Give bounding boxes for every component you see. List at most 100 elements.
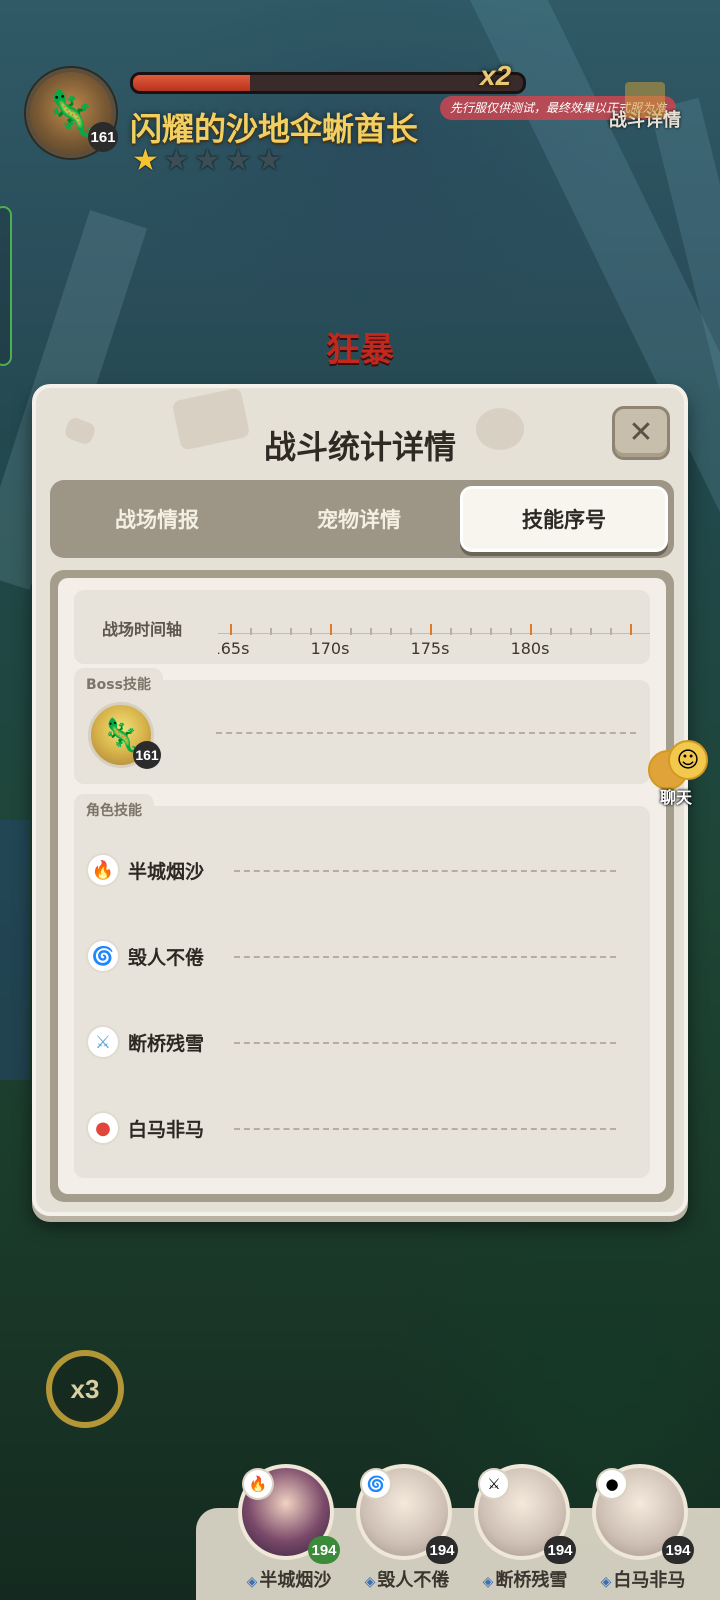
timeline-tick-label: 180s: [510, 639, 550, 658]
timeline-major-tick: [230, 624, 232, 635]
role-skill-name: 白马非马: [128, 1118, 205, 1141]
timeline-minor-tick: [250, 628, 252, 635]
timeline-tick-label: 175s: [410, 639, 450, 658]
fire-orb-icon: ●: [598, 1470, 626, 1498]
shield-icon: ◈: [482, 1574, 494, 1590]
boss-star-rating: ★ ★ ★ ★ ★: [132, 146, 283, 176]
sword-icon: ⚔: [480, 1470, 508, 1498]
boss-avatar[interactable]: 🦎 161: [26, 68, 118, 158]
battle-stats-modal: 战斗统计详情 ✕ 战场情报 宠物详情 技能序号 战场时间轴 165s 170s 17…: [32, 384, 688, 1216]
book-icon: [625, 82, 665, 118]
member-name: ◈ 半城烟沙: [224, 1566, 354, 1592]
role-skill-name: 半城烟沙: [128, 860, 205, 883]
timeline-minor-tick: [550, 628, 552, 635]
timeline-minor-tick: [590, 628, 592, 635]
timeline-minor-tick: [290, 628, 292, 635]
boss-level-badge: 161: [88, 122, 118, 152]
star-empty-icon: ★: [193, 143, 221, 178]
timeline-minor-tick: [450, 628, 452, 635]
member-level-badge: 194: [544, 1536, 576, 1564]
boss-skill-avatar[interactable]: 🦎 161: [88, 702, 161, 769]
member-name-text: 白马非马: [613, 1570, 686, 1591]
wind-icon: 🌀: [362, 1470, 390, 1498]
boss-hp-bar: [130, 72, 526, 94]
timeline-axis-line: [218, 633, 650, 634]
team-member[interactable]: ● 194 ◈ 白马非马: [592, 1464, 694, 1600]
team-member[interactable]: ⚔ 194 ◈ 断桥残雪: [474, 1464, 576, 1600]
member-name-text: 半城烟沙: [259, 1570, 332, 1591]
member-level-badge: 194: [308, 1536, 340, 1564]
role-skill-name: 断桥残雪: [128, 1032, 205, 1055]
shield-icon: ◈: [246, 1574, 258, 1590]
role-skill-track: [234, 956, 616, 958]
chat-button[interactable]: ☺ 聊天: [644, 738, 720, 807]
timeline-minor-tick: [410, 628, 412, 635]
flame-icon: 🔥: [244, 1470, 272, 1498]
role-skill-track: [234, 870, 616, 872]
team-member[interactable]: 🔥 194 ◈ 半城烟沙: [238, 1464, 340, 1600]
shield-icon: ◈: [600, 1574, 612, 1590]
chat-label: 聊天: [660, 788, 693, 807]
member-level-badge: 194: [426, 1536, 458, 1564]
flame-icon: 🔥: [88, 855, 118, 885]
timeline-tick-label: 165s: [218, 639, 250, 658]
close-button[interactable]: ✕: [612, 406, 670, 460]
role-skill-header: 角色技能: [74, 794, 154, 826]
sword-icon: ⚔: [88, 1027, 118, 1057]
timeline-minor-tick: [570, 628, 572, 635]
timeline-major-tick: [330, 624, 332, 635]
role-skill-track: [234, 1042, 616, 1044]
skill-sequence-content[interactable]: 战场时间轴 165s 170s 175s 180s Boss技能 🦎 161 角色技能…: [58, 578, 666, 1194]
tab-skill-sequence[interactable]: 技能序号: [460, 486, 668, 552]
timeline-minor-tick: [610, 628, 612, 635]
light-beam: [0, 820, 30, 1080]
boss-skill-header: Boss技能: [74, 668, 163, 700]
timeline-tick-label: 170s: [310, 639, 350, 658]
member-name: ◈ 断桥残雪: [460, 1566, 590, 1592]
fire-orb-icon: ●: [88, 1113, 118, 1143]
star-empty-icon: ★: [224, 143, 252, 178]
star-filled-icon: ★: [132, 143, 159, 178]
boss-skill-section: Boss技能 🦎 161: [74, 668, 650, 784]
timeline-minor-tick: [270, 628, 272, 635]
boss-skill-level-badge: 161: [133, 741, 161, 769]
timeline-minor-tick: [490, 628, 492, 635]
wind-icon: 🌀: [88, 941, 118, 971]
hp-bar-multiplier: x2: [480, 60, 512, 91]
smiley-icon: ☺: [668, 740, 708, 780]
battle-timeline[interactable]: 战场时间轴 165s 170s 175s 180s: [74, 590, 650, 664]
member-level-badge: 194: [662, 1536, 694, 1564]
timeline-minor-tick: [470, 628, 472, 635]
boss-hp-fill: [133, 75, 250, 91]
star-empty-icon: ★: [162, 143, 190, 178]
member-name-text: 毁人不倦: [377, 1570, 450, 1591]
boss-skill-track: [216, 732, 636, 734]
shield-icon: ◈: [364, 1574, 376, 1590]
timeline-major-tick: [430, 624, 432, 635]
battle-detail-button[interactable]: 战斗详情: [590, 82, 700, 152]
tab-pet-details[interactable]: 宠物详情: [258, 486, 460, 552]
timeline-minor-tick: [310, 628, 312, 635]
role-skill-section: 角色技能 🔥 半城烟沙 🌀 毁人不倦 ⚔ 断桥残雪 ● 白马非马: [74, 794, 650, 1178]
role-skill-name: 毁人不倦: [128, 946, 205, 969]
timeline-minor-tick: [510, 628, 512, 635]
star-empty-icon: ★: [255, 143, 283, 178]
tab-battle-intel[interactable]: 战场情报: [56, 486, 258, 552]
skill-sequence-panel: 战场时间轴 165s 170s 175s 180s Boss技能 🦎 161 角色技能…: [50, 570, 674, 1202]
timeline-axis: 165s 170s 175s 180s: [218, 600, 650, 658]
member-name-text: 断桥残雪: [495, 1570, 568, 1591]
timeline-major-tick: [530, 624, 532, 635]
member-name: ◈ 毁人不倦: [342, 1566, 472, 1592]
team-member[interactable]: 🌀 194 ◈ 毁人不倦: [356, 1464, 458, 1600]
close-icon: ✕: [628, 415, 654, 450]
speed-toggle-button[interactable]: x3: [46, 1350, 124, 1428]
timeline-minor-tick: [350, 628, 352, 635]
modal-tab-bar: 战场情报 宠物详情 技能序号: [50, 480, 674, 558]
role-skill-track: [234, 1128, 616, 1130]
timeline-major-tick: [630, 624, 632, 635]
timeline-minor-tick: [390, 628, 392, 635]
timeline-label: 战场时间轴: [102, 620, 183, 639]
modal-title: 战斗统计详情: [263, 428, 456, 466]
member-name: ◈ 白马非马: [578, 1566, 708, 1592]
timeline-minor-tick: [370, 628, 372, 635]
